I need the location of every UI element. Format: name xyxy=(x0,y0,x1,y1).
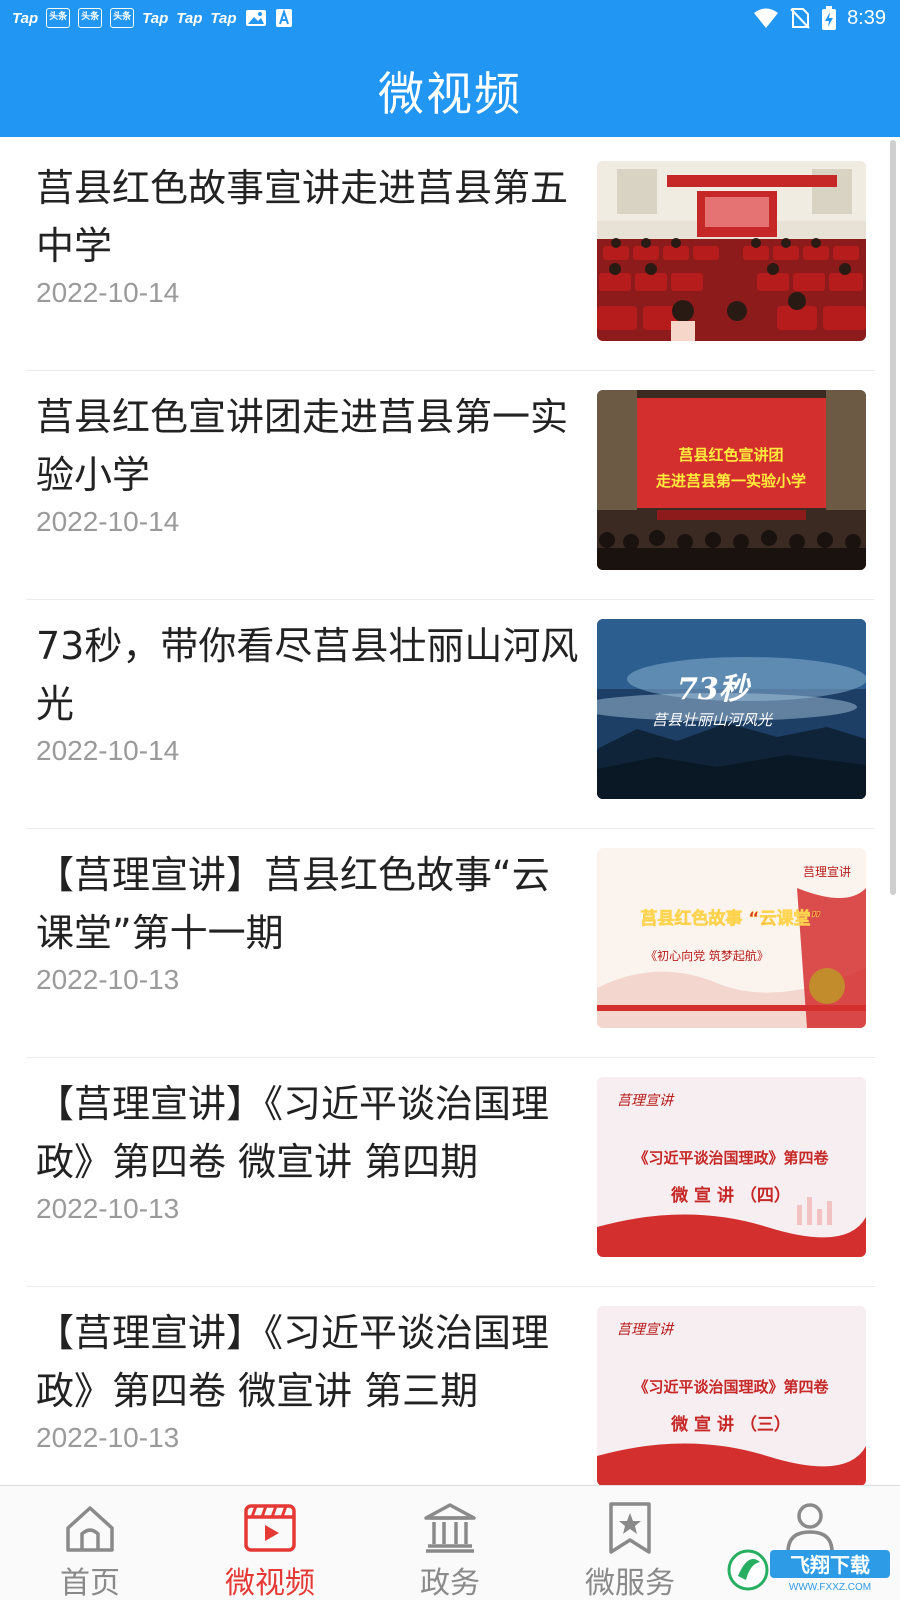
red-banner-thumbnail-image: 莒理宣讲 《习近平谈治国理政》第四卷 微 宣 讲 （四） xyxy=(597,1077,866,1257)
mountain-thumbnail-image: 73秒 莒县壮丽山河风光 xyxy=(597,619,866,799)
video-thumbnail[interactable]: 莒县红色宣讲团 走进莒县第一实验小学 xyxy=(597,390,866,570)
thumb-line-2: 走进莒县第一实验小学 xyxy=(656,472,806,490)
tab-label: 微视频 xyxy=(225,1566,315,1600)
auditorium-thumbnail-image xyxy=(597,161,866,341)
page-title: 微视频 xyxy=(378,67,522,121)
toutiao-notification-icon: 头条 xyxy=(110,8,135,28)
video-date: 2022-10-13 xyxy=(36,1422,180,1453)
video-thumbnail[interactable]: 莒理宣讲 莒县红色故事 “云课堂” 《初心向党 筑梦起航》 xyxy=(597,848,866,1028)
video-date: 2022-10-14 xyxy=(36,506,180,537)
thumb-line-2: 微 宣 讲 （四） xyxy=(670,1185,791,1206)
video-list-item[interactable]: 莒县红色故事宣讲走进莒县第五中学 2022-10-14 xyxy=(26,137,875,371)
video-date: 2022-10-13 xyxy=(36,964,180,995)
video-title[interactable]: 【莒理宣讲】《习近平谈治国理政》第四卷 微宣讲 第四期 xyxy=(36,1075,581,1191)
tap-notification-icon: Tap xyxy=(142,9,169,27)
video-thumbnail[interactable]: 莒理宣讲 《习近平谈治国理政》第四卷 微 宣 讲 （三） xyxy=(597,1306,866,1485)
tap-notification-icon: Tap xyxy=(12,9,39,27)
thumb-line-2: 微 宣 讲 （三） xyxy=(670,1414,791,1435)
video-date: 2022-10-13 xyxy=(36,1193,180,1224)
video-title[interactable]: 【莒理宣讲】莒县红色故事“云课堂”第十一期 xyxy=(36,846,581,962)
thumb-brand: 莒理宣讲 xyxy=(617,1322,675,1338)
scrollbar[interactable] xyxy=(890,140,896,895)
tab-services[interactable]: 微服务 xyxy=(540,1486,720,1600)
government-building-icon xyxy=(422,1500,478,1556)
red-story-thumbnail-image: 莒理宣讲 莒县红色故事 “云课堂” 《初心向党 筑梦起航》 xyxy=(597,848,866,1028)
video-list-item[interactable]: 【莒理宣讲】《习近平谈治国理政》第四卷 微宣讲 第三期 2022-10-13 莒… xyxy=(26,1282,875,1485)
thumb-line-1: 莒县红色故事 “云课堂” xyxy=(640,908,821,929)
tab-video[interactable]: 微视频 xyxy=(180,1486,360,1600)
a-notification-icon xyxy=(275,8,292,27)
video-date: 2022-10-14 xyxy=(36,277,180,308)
tab-home[interactable]: 首页 xyxy=(0,1486,180,1600)
app-header: 微视频 xyxy=(0,36,900,137)
thumb-line-1: 《习近平谈治国理政》第四卷 xyxy=(633,1149,829,1167)
sim-no-signal-icon xyxy=(790,8,810,29)
video-title[interactable]: 莒县红色宣讲团走进莒县第一实验小学 xyxy=(36,388,581,504)
status-bar: Tap 头条 头条 头条 Tap Tap Tap 8:39 xyxy=(0,0,900,36)
system-status: 8:39 xyxy=(753,6,886,30)
video-thumbnail[interactable]: 莒理宣讲 《习近平谈治国理政》第四卷 微 宣 讲 （四） xyxy=(597,1077,866,1257)
toutiao-notification-icon: 头条 xyxy=(78,8,103,28)
video-clapper-icon xyxy=(242,1500,298,1556)
watermark-url: WWW.FXXZ.COM xyxy=(789,1582,871,1593)
thumb-brand: 莒理宣讲 xyxy=(803,864,851,879)
tab-government[interactable]: 政务 xyxy=(360,1486,540,1600)
red-banner-thumbnail-image: 莒理宣讲 《习近平谈治国理政》第四卷 微 宣 讲 （三） xyxy=(597,1306,866,1485)
thumb-brand: 莒理宣讲 xyxy=(617,1093,675,1109)
notification-icons: Tap 头条 头条 头条 Tap Tap Tap xyxy=(12,6,293,30)
video-title[interactable]: 莒县红色故事宣讲走进莒县第五中学 xyxy=(36,159,581,275)
toutiao-notification-icon: 头条 xyxy=(46,8,71,28)
tap-notification-icon: Tap xyxy=(176,9,203,27)
stage-thumbnail-image: 莒县红色宣讲团 走进莒县第一实验小学 xyxy=(597,390,866,570)
video-title[interactable]: 73秒，带你看尽莒县壮丽山河风光 xyxy=(36,617,581,733)
video-thumbnail[interactable] xyxy=(597,161,866,341)
wifi-icon xyxy=(754,8,779,28)
image-notification-icon xyxy=(245,10,266,26)
home-icon xyxy=(62,1500,118,1556)
thumb-line-1: 73秒 xyxy=(677,672,752,707)
video-list[interactable]: 莒县红色故事宣讲走进莒县第五中学 2022-10-14 莒县红色宣讲团走进莒县第… xyxy=(0,137,900,1485)
video-list-item[interactable]: 73秒，带你看尽莒县壮丽山河风光 2022-10-14 73秒 莒县壮丽山河风光 xyxy=(26,595,875,829)
thumb-line-2: 《初心向党 筑梦起航》 xyxy=(645,948,769,963)
tab-label: 微服务 xyxy=(585,1566,675,1600)
tab-label: 政务 xyxy=(420,1566,480,1600)
clock: 8:39 xyxy=(847,6,886,29)
video-list-item[interactable]: 莒县红色宣讲团走进莒县第一实验小学 2022-10-14 莒县红色宣讲团 走进莒… xyxy=(26,366,875,600)
thumb-line-1: 莒县红色宣讲团 xyxy=(678,446,783,464)
tab-label: 首页 xyxy=(60,1566,120,1600)
video-list-item[interactable]: 【莒理宣讲】莒县红色故事“云课堂”第十一期 2022-10-13 莒理宣讲 莒县… xyxy=(26,824,875,1058)
thumb-line-1: 《习近平谈治国理政》第四卷 xyxy=(633,1378,829,1396)
watermark-text: 飞翔下载 xyxy=(790,1553,870,1577)
thumb-line-2: 莒县壮丽山河风光 xyxy=(652,711,773,729)
tap-notification-icon: Tap xyxy=(210,9,237,27)
video-title[interactable]: 【莒理宣讲】《习近平谈治国理政》第四卷 微宣讲 第三期 xyxy=(36,1304,581,1420)
video-list-item[interactable]: 【莒理宣讲】《习近平谈治国理政》第四卷 微宣讲 第四期 2022-10-13 莒… xyxy=(26,1053,875,1287)
battery-charging-icon xyxy=(822,6,837,30)
video-date: 2022-10-14 xyxy=(36,735,180,766)
watermark-logo: 飞翔下载 WWW.FXXZ.COM xyxy=(726,1546,894,1594)
video-thumbnail[interactable]: 73秒 莒县壮丽山河风光 xyxy=(597,619,866,799)
bookmark-star-icon xyxy=(602,1500,658,1556)
